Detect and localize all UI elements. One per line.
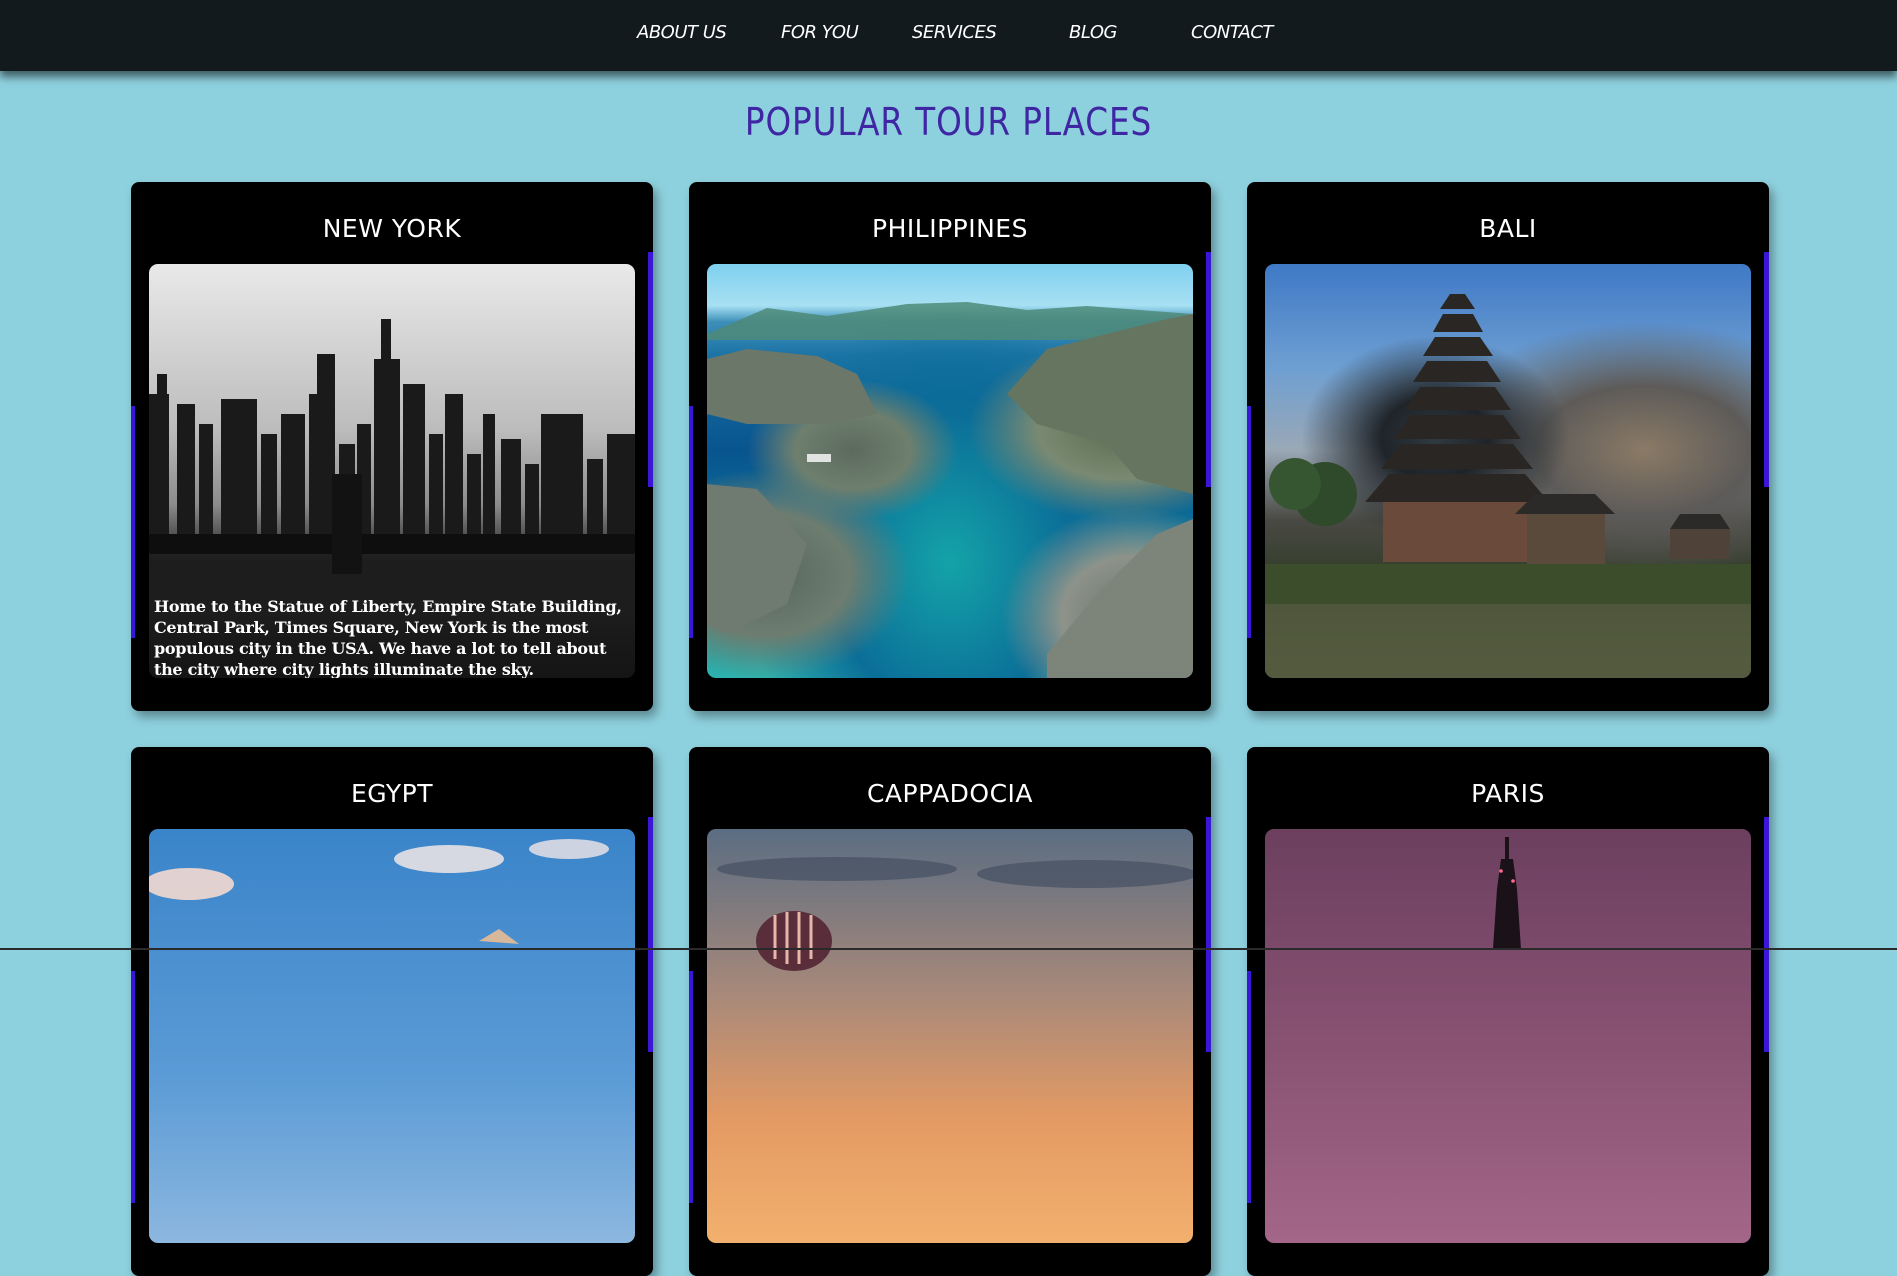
tour-card-philippines[interactable]: PHILIPPINES bbox=[689, 182, 1211, 711]
card-accent-bar bbox=[648, 817, 653, 1052]
bali-temple-image bbox=[1265, 264, 1751, 678]
card-title: PHILIPPINES bbox=[872, 214, 1028, 243]
card-title: CAPPADOCIA bbox=[866, 779, 1034, 808]
eiffel-tower-silhouette bbox=[1493, 837, 1521, 949]
new-york-skyline-image: Home to the Statue of Liberty, Empire St… bbox=[149, 264, 635, 678]
nav-item-for-you[interactable]: FOR YOU bbox=[781, 22, 859, 43]
top-navigation-bar: ABOUT US FOR YOU SERVICES BLOG CONTACT bbox=[0, 0, 1897, 71]
tour-card-cappadocia[interactable]: CAPPADOCIA bbox=[689, 747, 1211, 1276]
nav-item-about-us[interactable]: ABOUT US bbox=[637, 22, 727, 43]
balloon-and-clouds bbox=[717, 857, 1193, 971]
card-accent-bar bbox=[689, 406, 693, 638]
egypt-image bbox=[149, 829, 635, 1243]
card-accent-bar bbox=[648, 252, 653, 487]
card-accent-bar bbox=[1764, 252, 1769, 487]
card-accent-bar bbox=[1247, 406, 1251, 638]
nav-item-blog[interactable]: BLOG bbox=[1069, 22, 1117, 43]
temple-silhouette bbox=[1265, 294, 1751, 678]
section-title: POPULAR TOUR PLACES bbox=[744, 100, 1153, 144]
paris-image bbox=[1265, 829, 1751, 1243]
nav-item-contact[interactable]: CONTACT bbox=[1191, 22, 1273, 43]
island-shapes bbox=[707, 302, 1193, 678]
sky-clouds bbox=[149, 839, 609, 944]
card-accent-bar bbox=[689, 971, 693, 1203]
cappadocia-image bbox=[707, 829, 1193, 1243]
nav-item-services[interactable]: SERVICES bbox=[912, 22, 997, 43]
card-accent-bar bbox=[1764, 817, 1769, 1052]
card-title: EGYPT bbox=[350, 779, 434, 808]
card-description: Home to the Statue of Liberty, Empire St… bbox=[154, 597, 622, 678]
tour-card-paris[interactable]: PARIS bbox=[1247, 747, 1769, 1276]
card-accent-bar bbox=[1206, 252, 1211, 487]
tour-card-egypt[interactable]: EGYPT bbox=[131, 747, 653, 1276]
card-accent-bar bbox=[1206, 817, 1211, 1052]
card-title: NEW YORK bbox=[322, 214, 462, 243]
card-accent-bar bbox=[131, 406, 135, 638]
tour-card-bali[interactable]: BALI bbox=[1247, 182, 1769, 711]
card-accent-bar bbox=[1247, 971, 1251, 1203]
card-accent-bar bbox=[131, 971, 135, 1203]
tour-card-new-york[interactable]: NEW YORK Home to the Statue of Liberty, … bbox=[131, 182, 653, 711]
philippines-lagoon-image bbox=[707, 264, 1193, 678]
card-title: PARIS bbox=[1471, 779, 1545, 808]
card-title: BALI bbox=[1479, 214, 1537, 243]
